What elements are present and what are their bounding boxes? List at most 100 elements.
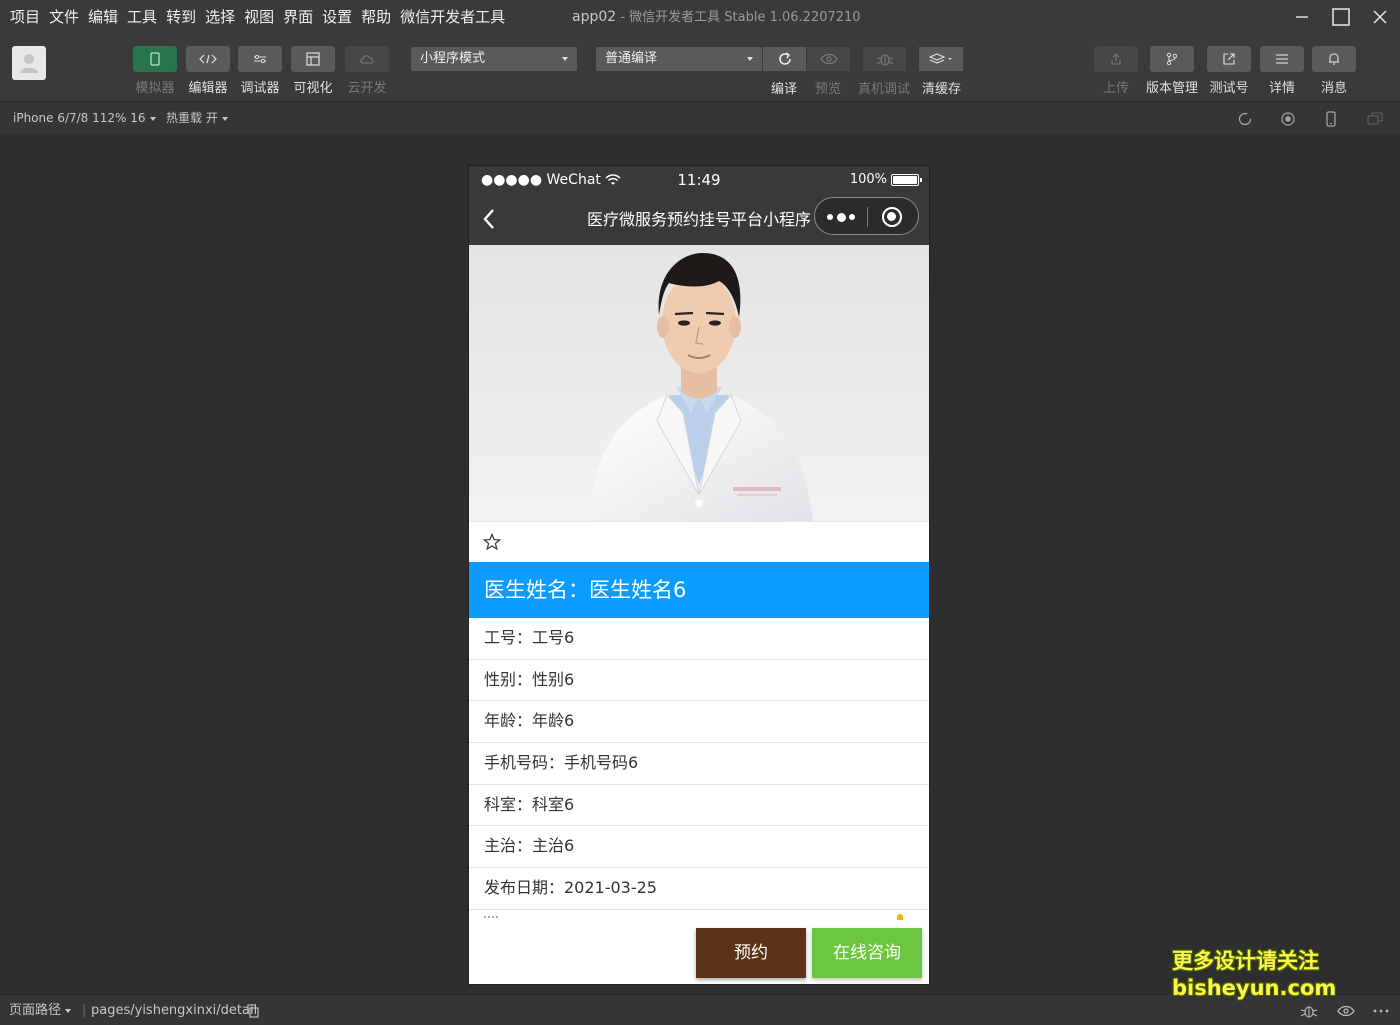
close-button[interactable] bbox=[1360, 0, 1400, 34]
doctor-info-list: 工号：工号6 性别：性别6 年龄：年龄6 手机号码：手机号码6 科室：科室6 主… bbox=[469, 618, 929, 910]
editor-button[interactable] bbox=[186, 46, 230, 72]
test-account-button[interactable] bbox=[1207, 46, 1251, 72]
detach-window-button[interactable] bbox=[1366, 110, 1384, 128]
menu-icon bbox=[1276, 54, 1288, 64]
info-field-specialty: 主治：主治6 bbox=[469, 826, 929, 869]
devtools-window: 项目 文件 编辑 工具 转到 选择 视图 界面 设置 帮助 微信开发者工具 ap… bbox=[0, 0, 1400, 1025]
device-button[interactable] bbox=[1322, 110, 1340, 128]
copy-path-button[interactable] bbox=[244, 1002, 262, 1020]
info-field-employee-id: 工号：工号6 bbox=[469, 618, 929, 660]
watermark-overlay: 更多设计请关注 bisheyun.com bbox=[1172, 948, 1336, 1002]
debugger-tool[interactable]: 调试器 bbox=[238, 46, 282, 96]
messages-button[interactable] bbox=[1312, 46, 1356, 72]
page-path-value: pages/yishengxinxi/detail bbox=[91, 1003, 258, 1018]
simulator-tool[interactable]: 模拟器 bbox=[133, 46, 177, 96]
path-divider: | bbox=[82, 1003, 87, 1018]
page-path-toggle[interactable]: 页面路径 bbox=[9, 995, 72, 1025]
menu-tools[interactable]: 工具 bbox=[123, 0, 161, 34]
visual-label: 可视化 bbox=[293, 81, 333, 96]
menu-settings[interactable]: 设置 bbox=[318, 0, 356, 34]
phone-simulator: ●●●●● WeChat 11:49 100% 医疗微服务预约挂号平台小程序 医… bbox=[469, 166, 929, 984]
real-device-debug-label: 真机调试 bbox=[858, 82, 911, 97]
version-tool[interactable]: 版本管理 bbox=[1146, 46, 1198, 96]
debugger-label: 调试器 bbox=[240, 81, 280, 96]
mode-select[interactable]: 小程序模式 bbox=[411, 47, 577, 71]
user-avatar[interactable] bbox=[12, 46, 46, 80]
bug-icon bbox=[876, 54, 893, 66]
refresh-icon bbox=[778, 52, 791, 65]
editor-tool[interactable]: 编辑器 bbox=[186, 46, 230, 96]
menu-interface[interactable]: 界面 bbox=[279, 0, 317, 34]
hot-reload-toggle[interactable]: 热重载 开 bbox=[166, 102, 228, 135]
battery-percent: 100% bbox=[849, 172, 887, 187]
maximize-button[interactable] bbox=[1321, 0, 1361, 34]
close-icon bbox=[1373, 10, 1387, 24]
menu-wechat-devtools[interactable]: 微信开发者工具 bbox=[396, 0, 509, 34]
maximize-icon bbox=[1332, 8, 1350, 26]
clear-cache-button[interactable] bbox=[919, 47, 963, 71]
cloud-tool[interactable]: 云开发 bbox=[345, 46, 389, 96]
layout-icon bbox=[306, 52, 320, 66]
back-button[interactable] bbox=[479, 207, 503, 231]
phone-icon bbox=[150, 52, 160, 66]
chevron-down-icon bbox=[221, 116, 228, 121]
compile-mode-select[interactable]: 普通编译 bbox=[596, 47, 762, 71]
toolbar: 模拟器 编辑器 调试器 可视化 云开发 小程序模式 普通编译 编译 预览 真机调… bbox=[0, 34, 1400, 101]
test-account-tool[interactable]: 测试号 bbox=[1207, 46, 1251, 96]
star-outline-icon bbox=[482, 532, 502, 551]
menu-view[interactable]: 视图 bbox=[240, 0, 278, 34]
minimize-button[interactable] bbox=[1282, 0, 1322, 34]
menu-file[interactable]: 文件 bbox=[45, 0, 83, 34]
eye-icon bbox=[1337, 1005, 1355, 1017]
record-icon bbox=[1281, 112, 1295, 126]
book-appointment-button[interactable]: 预约 bbox=[696, 928, 806, 978]
code-icon bbox=[199, 54, 217, 64]
chevron-down-icon bbox=[747, 57, 753, 61]
cloud-button[interactable] bbox=[345, 46, 389, 72]
more-dot-icon bbox=[827, 214, 833, 220]
clipped-text-fragment bbox=[484, 916, 498, 918]
menu-help[interactable]: 帮助 bbox=[357, 0, 395, 34]
debug-bug-button[interactable] bbox=[1300, 1002, 1318, 1020]
eye-icon bbox=[819, 53, 838, 65]
compile-mode-value: 普通编译 bbox=[605, 51, 658, 66]
rotate-button[interactable] bbox=[1236, 110, 1254, 128]
preview-button[interactable] bbox=[807, 47, 850, 71]
editor-label: 编辑器 bbox=[188, 81, 228, 96]
record-button[interactable] bbox=[1279, 110, 1297, 128]
upload-button[interactable] bbox=[1094, 46, 1138, 72]
favorite-button[interactable] bbox=[482, 532, 502, 551]
more-options-button[interactable] bbox=[1372, 1002, 1390, 1020]
upload-tool[interactable]: 上传 bbox=[1094, 46, 1138, 96]
menu-edit[interactable]: 编辑 bbox=[84, 0, 122, 34]
menu-select[interactable]: 选择 bbox=[201, 0, 239, 34]
messages-tool[interactable]: 消息 bbox=[1312, 46, 1356, 96]
info-field-department: 科室：科室6 bbox=[469, 784, 929, 827]
debugger-button[interactable] bbox=[238, 46, 282, 72]
online-consult-button[interactable]: 在线咨询 bbox=[812, 928, 922, 978]
close-mini-program-button[interactable] bbox=[882, 207, 902, 227]
real-device-debug-button[interactable] bbox=[863, 47, 906, 71]
compile-button[interactable] bbox=[763, 47, 806, 71]
simulator-button[interactable] bbox=[133, 46, 177, 72]
details-button[interactable] bbox=[1260, 46, 1304, 72]
more-button[interactable] bbox=[827, 198, 855, 236]
phone-status-bar: ●●●●● WeChat 11:49 100% bbox=[469, 166, 929, 194]
windows-icon bbox=[1367, 112, 1383, 125]
visual-button[interactable] bbox=[291, 46, 335, 72]
window-title: app02 - 微信开发者工具 Stable 1.06.2207210 bbox=[572, 0, 861, 35]
doctor-photo[interactable] bbox=[469, 245, 929, 521]
menu-bar: 项目 文件 编辑 工具 转到 选择 视图 界面 设置 帮助 微信开发者工具 bbox=[0, 0, 510, 34]
version-button[interactable] bbox=[1150, 46, 1194, 72]
details-tool[interactable]: 详情 bbox=[1260, 46, 1304, 96]
mobile-icon bbox=[1326, 111, 1336, 127]
preview-eye-button[interactable] bbox=[1337, 1002, 1355, 1020]
sliders-icon bbox=[254, 54, 266, 64]
menu-goto[interactable]: 转到 bbox=[162, 0, 200, 34]
more-dot-icon bbox=[836, 212, 846, 222]
menu-project[interactable]: 项目 bbox=[6, 0, 44, 34]
device-select[interactable]: iPhone 6/7/8 112% 16 bbox=[13, 102, 156, 135]
visual-tool[interactable]: 可视化 bbox=[291, 46, 335, 96]
swiper-indicator-dot[interactable] bbox=[695, 499, 703, 507]
messages-label: 消息 bbox=[1320, 81, 1347, 96]
